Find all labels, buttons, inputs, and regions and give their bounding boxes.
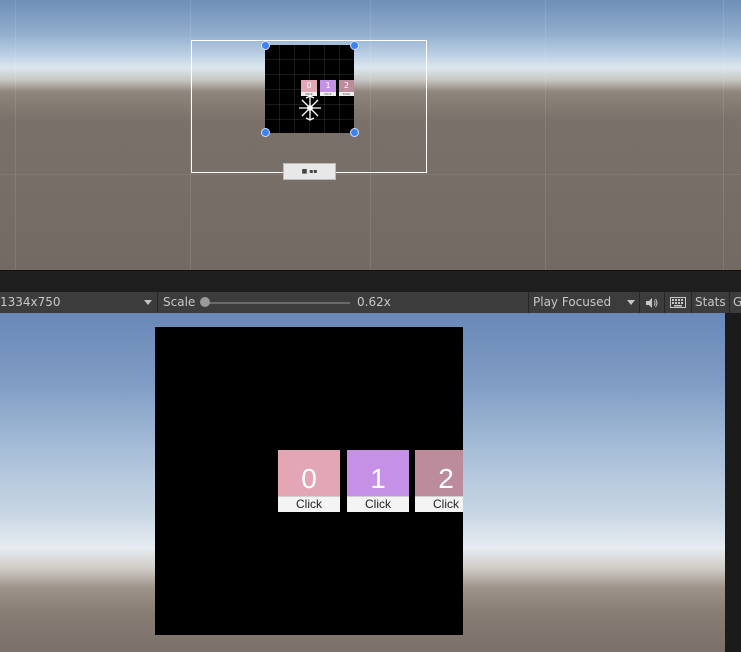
audio-mute-button[interactable]: [641, 292, 663, 313]
right-edge-panel: [725, 313, 741, 652]
rect-handle-top-left[interactable]: [261, 41, 270, 50]
scale-slider-track[interactable]: [205, 302, 350, 304]
panel-divider[interactable]: [0, 270, 741, 293]
rect-handle-bottom-left[interactable]: [261, 128, 270, 137]
scene-view[interactable]: 0 Click 1 Click 2 Click ■ ▪▪: [0, 0, 741, 270]
scale-label: Scale: [163, 295, 196, 309]
click-button[interactable]: Click: [278, 496, 340, 512]
speaker-icon: [646, 298, 658, 308]
game-view[interactable]: 0 Click 1 Click 2 Click: [0, 313, 725, 652]
gizmos-button[interactable]: G: [733, 292, 741, 313]
resolution-dropdown[interactable]: 1334x750: [0, 292, 157, 313]
scene-tile-2[interactable]: 2 Click: [339, 80, 354, 96]
rect-handle-bottom-right[interactable]: [350, 128, 359, 137]
scene-tile-0[interactable]: 0 Click: [301, 80, 317, 96]
stats-button[interactable]: Stats: [695, 292, 726, 313]
scene-tile-number: 1: [325, 81, 331, 90]
click-button[interactable]: Click: [415, 496, 463, 512]
tile-number: 2: [438, 463, 454, 494]
tile-2: 2 Click: [415, 450, 463, 512]
transform-pivot-icon[interactable]: [297, 95, 323, 121]
scale-value: 0.62x: [357, 295, 391, 309]
game-panel: 0 Click 1 Click 2 Click: [155, 327, 463, 635]
tile-number: 1: [370, 463, 386, 494]
scene-button-strip[interactable]: ■ ▪▪: [283, 163, 336, 180]
play-mode-label: Play Focused: [533, 295, 612, 309]
play-mode-dropdown[interactable]: Play Focused: [529, 292, 639, 313]
tile-0: 0 Click: [278, 450, 340, 512]
scene-tile-1[interactable]: 1 Click: [320, 80, 336, 96]
chevron-down-icon: [144, 300, 152, 305]
chevron-down-icon: [627, 300, 635, 305]
keyboard-button[interactable]: [666, 292, 690, 313]
scene-tile-number: 0: [306, 81, 312, 90]
click-button[interactable]: Click: [347, 496, 409, 512]
tile-1: 1 Click: [347, 450, 409, 512]
keyboard-icon: [670, 297, 686, 308]
game-view-toolbar: 1334x750 Scale 0.62x Play Focused Stats …: [0, 292, 741, 314]
scene-tile-number: 2: [343, 81, 350, 90]
rect-handle-top-right[interactable]: [350, 41, 359, 50]
tile-number: 0: [301, 463, 317, 494]
scale-slider-knob[interactable]: [200, 297, 210, 307]
resolution-label: 1334x750: [0, 295, 61, 309]
scene-tile-button: Click: [339, 92, 354, 96]
